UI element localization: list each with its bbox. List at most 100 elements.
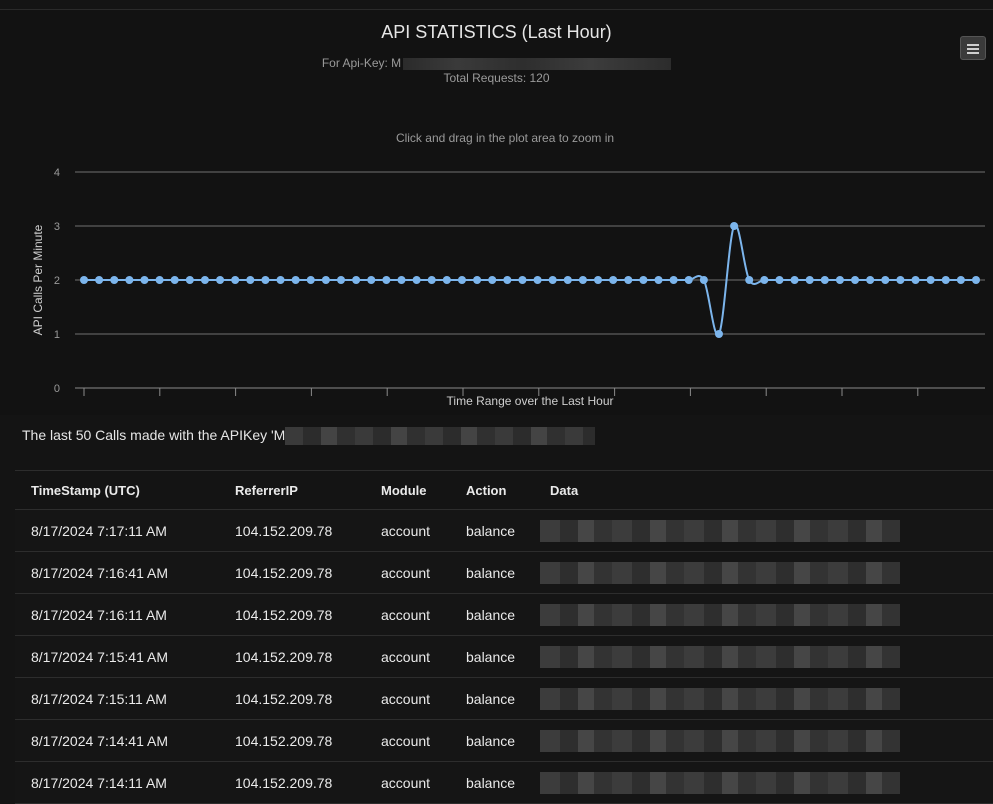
column-header-referrer-ip[interactable]: ReferrerIP — [219, 470, 365, 510]
data-point — [170, 276, 179, 284]
referrer-ip-cell: 104.152.209.78 — [219, 551, 365, 594]
data-point — [442, 276, 451, 284]
data-point — [820, 276, 829, 284]
data-point — [669, 276, 678, 284]
data-point — [488, 276, 497, 284]
redacted-data — [540, 687, 900, 710]
table-header-row: TimeStamp (UTC) ReferrerIP Module Action… — [15, 470, 993, 510]
hamburger-menu-icon-bar — [967, 48, 979, 50]
module-cell: account — [365, 635, 450, 678]
redacted-data — [540, 519, 900, 542]
column-header-data[interactable]: Data — [534, 470, 993, 510]
column-header-action[interactable]: Action — [450, 470, 534, 510]
data-point — [412, 276, 421, 284]
data-point — [775, 276, 784, 284]
timestamp-cell: 8/17/2024 7:16:11 AM — [15, 593, 219, 636]
data-point — [609, 276, 618, 284]
data-point — [594, 276, 603, 284]
referrer-ip-cell: 104.152.209.78 — [219, 677, 365, 720]
table-row[interactable]: 8/17/2024 7:15:11 AM 104.152.209.78 accoun… — [15, 677, 993, 720]
data-point — [140, 276, 149, 284]
data-point — [714, 330, 723, 338]
action-cell: balance — [450, 635, 534, 678]
referrer-ip-cell: 104.152.209.78 — [219, 635, 365, 678]
data-point — [216, 276, 225, 284]
table-row[interactable]: 8/17/2024 7:16:41 AM 104.152.209.78 accoun… — [15, 551, 993, 594]
data-point — [95, 276, 104, 284]
data-point — [367, 276, 376, 284]
action-cell: balance — [450, 719, 534, 762]
data-point — [533, 276, 542, 284]
data-point — [699, 276, 708, 284]
table-row[interactable]: 8/17/2024 7:14:11 AM 104.152.209.78 accoun… — [15, 761, 993, 804]
data-point — [896, 276, 905, 284]
data-point — [684, 276, 693, 284]
redacted-data — [540, 561, 900, 584]
data-point — [563, 276, 572, 284]
redacted-data — [540, 729, 900, 752]
redacted-data — [540, 771, 900, 794]
data-cell — [534, 635, 993, 678]
action-cell: balance — [450, 677, 534, 720]
data-point — [941, 276, 950, 284]
timestamp-cell: 8/17/2024 7:15:41 AM — [15, 635, 219, 678]
referrer-ip-cell: 104.152.209.78 — [219, 761, 365, 804]
table-row[interactable]: 8/17/2024 7:16:11 AM 104.152.209.78 accoun… — [15, 593, 993, 636]
action-cell: balance — [450, 593, 534, 636]
data-point — [790, 276, 799, 284]
redacted-api-key — [285, 427, 596, 446]
referrer-ip-cell: 104.152.209.78 — [219, 593, 365, 636]
redacted-data — [540, 645, 900, 668]
data-point — [972, 276, 980, 284]
data-point — [352, 276, 361, 284]
data-cell — [534, 593, 993, 636]
action-cell: balance — [450, 761, 534, 804]
data-point — [956, 276, 965, 284]
data-point — [397, 276, 406, 284]
chart-title: API STATISTICS (Last Hour) — [381, 22, 612, 42]
y-tick-label: 4 — [54, 167, 60, 179]
calls-heading-text: The last 50 Calls made with the APIKey '… — [22, 427, 286, 443]
column-header-timestamp[interactable]: TimeStamp (UTC) — [15, 470, 219, 510]
action-cell: balance — [450, 509, 534, 552]
data-point — [911, 276, 920, 284]
timestamp-cell: 8/17/2024 7:16:41 AM — [15, 551, 219, 594]
data-point — [760, 276, 769, 284]
data-point — [80, 276, 88, 284]
calls-section-heading: The last 50 Calls made with the APIKey '… — [22, 427, 596, 446]
data-point — [231, 276, 240, 284]
data-point — [926, 276, 935, 284]
table-row[interactable]: 8/17/2024 7:15:41 AM 104.152.209.78 accoun… — [15, 635, 993, 678]
column-header-module[interactable]: Module — [365, 470, 450, 510]
chart-menu-button[interactable] — [960, 36, 986, 60]
module-cell: account — [365, 719, 450, 762]
timestamp-cell: 8/17/2024 7:15:11 AM — [15, 677, 219, 720]
api-calls-table: TimeStamp (UTC) ReferrerIP Module Action… — [15, 470, 993, 804]
total-requests: Total Requests: 120 — [443, 71, 550, 85]
data-point — [291, 276, 300, 284]
data-point — [200, 276, 209, 284]
x-axis-title: Time Range over the Last Hour — [447, 394, 614, 408]
data-cell — [534, 551, 993, 594]
api-key-label: For Api-Key: M — [321, 56, 402, 70]
table-row[interactable]: 8/17/2024 7:14:41 AM 104.152.209.78 accoun… — [15, 719, 993, 762]
table-row[interactable]: 8/17/2024 7:17:11 AM 104.152.209.78 accoun… — [15, 509, 993, 552]
referrer-ip-cell: 104.152.209.78 — [219, 719, 365, 762]
data-point — [261, 276, 270, 284]
action-cell: balance — [450, 551, 534, 594]
data-point — [276, 276, 285, 284]
timestamp-cell: 8/17/2024 7:14:11 AM — [15, 761, 219, 804]
data-cell — [534, 761, 993, 804]
data-point — [321, 276, 330, 284]
hamburger-menu-icon-bar — [967, 52, 979, 54]
data-point — [473, 276, 482, 284]
referrer-ip-cell: 104.152.209.78 — [219, 509, 365, 552]
module-cell: account — [365, 761, 450, 804]
data-point — [654, 276, 663, 284]
data-point — [835, 276, 844, 284]
data-point — [881, 276, 890, 284]
y-axis-title: API Calls Per Minute — [31, 224, 45, 335]
chart-subtitle: For Api-Key: M Total Requests: 120 — [0, 56, 993, 86]
data-point — [110, 276, 119, 284]
timestamp-cell: 8/17/2024 7:17:11 AM — [15, 509, 219, 552]
